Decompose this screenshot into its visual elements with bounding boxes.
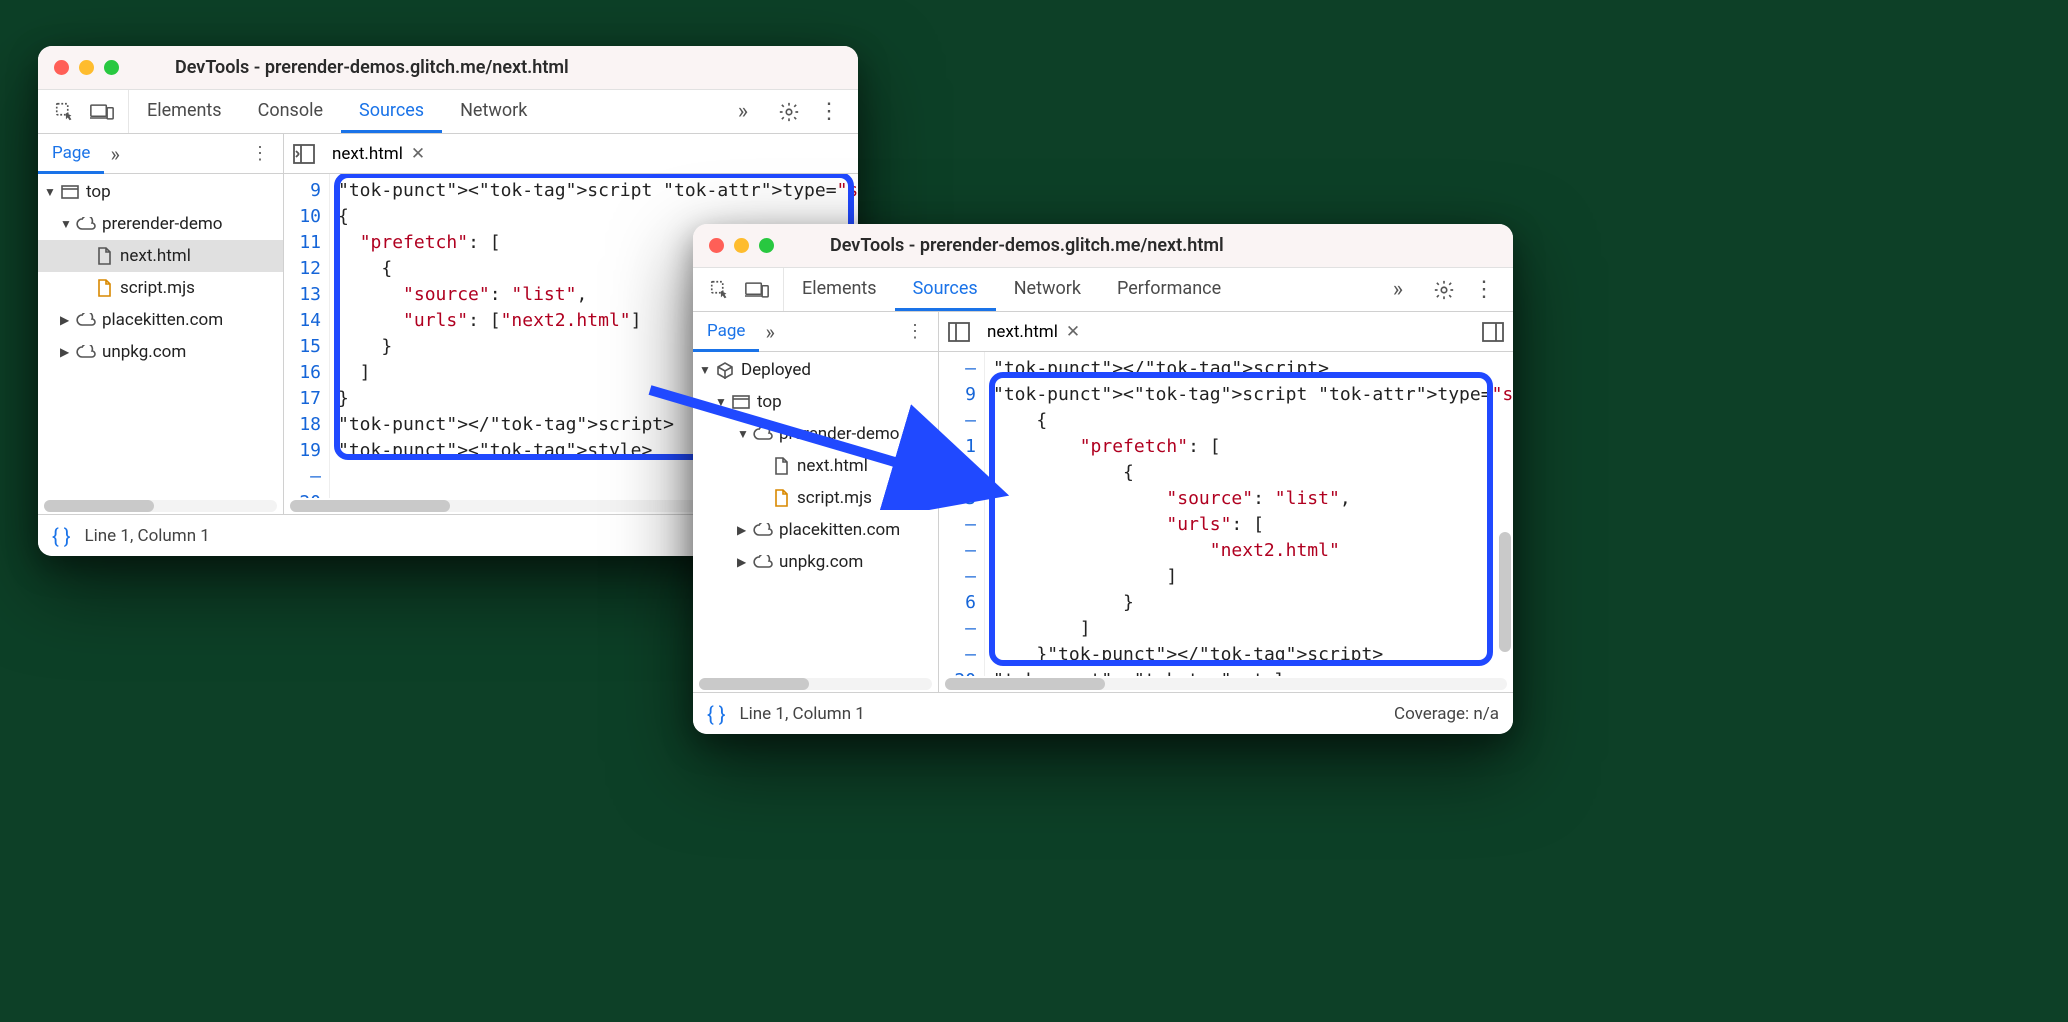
- sidebar-tab-page[interactable]: Page: [38, 135, 104, 174]
- file-tab-next-html[interactable]: next.html ✕: [326, 144, 431, 164]
- tree-origin[interactable]: ▼ prerender-demo: [38, 208, 283, 240]
- deployed-icon: [715, 360, 735, 380]
- tree-origin[interactable]: ▼ prerender-demo: [693, 418, 938, 450]
- close-tab-icon[interactable]: ✕: [411, 144, 425, 164]
- status-bar: { } Line 1, Column 1 Coverage: n/a: [693, 692, 1513, 734]
- device-toolbar-icon[interactable]: [745, 279, 769, 301]
- minimize-window-button[interactable]: [734, 238, 749, 253]
- sidebar-kebab-icon[interactable]: ⋮: [892, 321, 938, 342]
- sidebar-scrollbar[interactable]: [44, 500, 277, 512]
- kebab-menu-icon[interactable]: ⋮: [818, 99, 840, 124]
- main-tabstrip: Elements Sources Network Performance » ⋮: [693, 268, 1513, 312]
- pretty-print-icon[interactable]: { }: [707, 702, 726, 726]
- zoom-window-button[interactable]: [104, 60, 119, 75]
- cursor-position: Line 1, Column 1: [85, 526, 210, 546]
- window-title: DevTools - prerender-demos.glitch.me/nex…: [830, 235, 1224, 256]
- editor-scrollbar[interactable]: [945, 678, 1507, 690]
- cloud-icon: [76, 342, 96, 362]
- device-toolbar-icon[interactable]: [90, 101, 114, 123]
- tree-deployed[interactable]: ▼ Deployed: [693, 354, 938, 386]
- sidebar-tab-page[interactable]: Page: [693, 313, 759, 352]
- tab-sources[interactable]: Sources: [895, 268, 996, 311]
- tree-file-next-html[interactable]: next.html: [693, 450, 938, 482]
- tab-performance[interactable]: Performance: [1099, 268, 1239, 311]
- kebab-menu-icon[interactable]: ⋮: [1473, 277, 1495, 302]
- tree-file-next-html[interactable]: next.html: [38, 240, 283, 272]
- file-tree: ▼ Deployed ▼ top ▼ prerender-demo next.h…: [693, 352, 938, 676]
- tree-origin-placekitten[interactable]: ▶ placekitten.com: [693, 514, 938, 546]
- line-gutter: 9 10 11 12 13 14 15 16 17 18 19 – 20: [284, 174, 330, 498]
- toggle-navigator-icon[interactable]: [947, 320, 971, 344]
- close-tab-icon[interactable]: ✕: [1066, 322, 1080, 342]
- tree-origin-unpkg[interactable]: ▶ unpkg.com: [38, 336, 283, 368]
- pretty-print-icon[interactable]: { }: [52, 524, 71, 548]
- titlebar: DevTools - prerender-demos.glitch.me/nex…: [693, 224, 1513, 268]
- main-tabstrip: Elements Console Sources Network » ⋮: [38, 90, 858, 134]
- tab-elements[interactable]: Elements: [784, 268, 895, 311]
- coverage-status: Coverage: n/a: [1394, 704, 1499, 724]
- close-window-button[interactable]: [54, 60, 69, 75]
- tree-file-script-mjs[interactable]: script.mjs: [38, 272, 283, 304]
- cloud-icon: [76, 214, 96, 234]
- file-icon: [771, 456, 791, 476]
- tree-top[interactable]: ▼ top: [693, 386, 938, 418]
- cloud-icon: [76, 310, 96, 330]
- sidebar-scrollbar[interactable]: [699, 678, 932, 690]
- file-icon: [94, 246, 114, 266]
- tab-network[interactable]: Network: [996, 268, 1099, 311]
- zoom-window-button[interactable]: [759, 238, 774, 253]
- cursor-position: Line 1, Column 1: [740, 704, 865, 724]
- tab-network[interactable]: Network: [442, 90, 545, 133]
- tree-origin-placekitten[interactable]: ▶ placekitten.com: [38, 304, 283, 336]
- settings-icon[interactable]: [1433, 279, 1455, 301]
- sidebar-more-tabs-icon[interactable]: »: [765, 320, 774, 344]
- traffic-lights: [709, 238, 774, 253]
- sidebar-more-tabs-icon[interactable]: »: [110, 142, 119, 166]
- inspect-element-icon[interactable]: [54, 101, 76, 123]
- tree-top[interactable]: ▼ top: [38, 176, 283, 208]
- frame-icon: [60, 182, 80, 202]
- source-editor: next.html ✕ – 9 – 1 – 3 – – – 6 – – 20 "…: [939, 312, 1513, 692]
- tree-origin-unpkg[interactable]: ▶ unpkg.com: [693, 546, 938, 578]
- cloud-icon: [753, 424, 773, 444]
- cloud-icon: [753, 520, 773, 540]
- sources-sidebar: Page » ⋮ ▼ top ▼ prerender-demo next.htm…: [38, 134, 284, 514]
- sources-sidebar: Page » ⋮ ▼ Deployed ▼ top ▼ prer: [693, 312, 939, 692]
- more-tabs-icon[interactable]: »: [724, 90, 762, 133]
- titlebar: DevTools - prerender-demos.glitch.me/nex…: [38, 46, 858, 90]
- editor-vscroll[interactable]: [1499, 532, 1511, 652]
- settings-icon[interactable]: [778, 101, 800, 123]
- tree-file-script-mjs[interactable]: script.mjs: [693, 482, 938, 514]
- cloud-icon: [753, 552, 773, 572]
- tab-elements[interactable]: Elements: [129, 90, 240, 133]
- traffic-lights: [54, 60, 119, 75]
- devtools-window-2: DevTools - prerender-demos.glitch.me/nex…: [693, 224, 1513, 734]
- toggle-debugger-icon[interactable]: [1481, 320, 1505, 344]
- window-title: DevTools - prerender-demos.glitch.me/nex…: [175, 57, 569, 78]
- tab-sources[interactable]: Sources: [341, 90, 442, 133]
- source-code[interactable]: "tok-punct"></"tok-tag">script> "tok-pun…: [985, 352, 1513, 676]
- more-tabs-icon[interactable]: »: [1379, 268, 1417, 311]
- sidebar-kebab-icon[interactable]: ⋮: [237, 143, 283, 164]
- file-tab-next-html[interactable]: next.html ✕: [981, 322, 1086, 342]
- line-gutter: – 9 – 1 – 3 – – – 6 – – 20: [939, 352, 985, 676]
- minimize-window-button[interactable]: [79, 60, 94, 75]
- close-window-button[interactable]: [709, 238, 724, 253]
- file-js-icon: [94, 278, 114, 298]
- file-tree: ▼ top ▼ prerender-demo next.html script.…: [38, 174, 283, 498]
- frame-icon: [731, 392, 751, 412]
- inspect-element-icon[interactable]: [709, 279, 731, 301]
- file-js-icon: [771, 488, 791, 508]
- tab-console[interactable]: Console: [240, 90, 341, 133]
- toggle-navigator-icon[interactable]: [292, 142, 316, 166]
